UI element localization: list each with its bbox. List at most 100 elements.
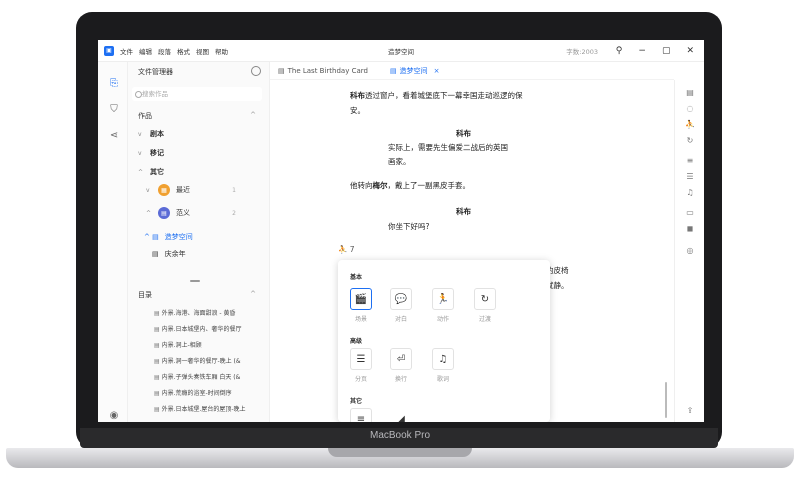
speech-bubble-icon[interactable]: ◌ xyxy=(685,104,695,114)
item-count: 1 xyxy=(232,186,236,194)
character-name: 科布 xyxy=(350,91,365,100)
tree-item-notes[interactable]: v 移记 xyxy=(138,148,164,158)
outline-item[interactable]: 内景.荒瘾的浴室-时间倒序 xyxy=(154,388,262,397)
music-note-icon[interactable]: ♫ xyxy=(685,188,695,198)
editor-scrollbar[interactable] xyxy=(665,382,667,418)
page-break-icon[interactable]: ≡ xyxy=(685,156,695,166)
outline-item[interactable]: 内景.子弹头奏铁车厢 白天 (& xyxy=(154,372,262,381)
insert-action-button[interactable]: 🏃 动作 xyxy=(432,288,454,323)
insert-dialogue-button[interactable]: 💬 对白 xyxy=(390,288,412,323)
insert-transition-button[interactable]: ↻ 过渡 xyxy=(474,288,496,323)
close-tab-icon[interactable]: × xyxy=(434,67,440,75)
insert-lyrics-button[interactable]: ♫ 歌词 xyxy=(432,348,454,383)
menu-help[interactable]: 帮助 xyxy=(215,46,228,56)
character-name: 梅尔 xyxy=(372,181,388,190)
shield-icon[interactable]: ⛉ xyxy=(108,104,120,116)
music-note-icon: ♫ xyxy=(432,348,454,370)
character-cue: 科布 xyxy=(456,207,471,216)
tree-item-recent[interactable]: v ▦ 最近 1 xyxy=(146,184,236,196)
tile-label: 换行 xyxy=(394,376,407,383)
menu-format[interactable]: 格式 xyxy=(177,46,190,56)
insert-other-button[interactable]: ≡ xyxy=(350,408,372,422)
outline-item[interactable]: 内景.洞一奢华的餐厅-晚上 (& xyxy=(154,356,262,365)
panel-splitter[interactable] xyxy=(190,280,200,282)
menu-file[interactable]: 文件 xyxy=(120,46,133,56)
note-icon[interactable]: ▭ xyxy=(685,208,695,218)
action-line: 安。 xyxy=(350,106,365,115)
files-icon[interactable]: ⎘ xyxy=(108,78,120,90)
insert-scene-button[interactable]: 🎬 场景 xyxy=(350,288,372,323)
document-icon: ▤ xyxy=(158,207,170,219)
clapper-icon: 🎬 xyxy=(350,288,372,310)
character-cue: 科布 xyxy=(456,129,471,138)
search-input[interactable]: 搜索作品 xyxy=(132,87,262,101)
tab-label: The Last Birthday Card xyxy=(287,66,368,75)
line-break-icon[interactable]: ☰ xyxy=(685,172,695,182)
menu-paragraph[interactable]: 段落 xyxy=(158,46,171,56)
tree-item-other[interactable]: ^ 其它 xyxy=(138,167,164,177)
shape-icon: ◢ xyxy=(390,408,412,422)
word-count: 字数:2003 xyxy=(566,47,598,56)
insert-element-popup: 基本 🎬 场景 💬 对白 🏃 动作 ↻ 过渡 高级 ☰ 分页 ⏎ 换行 ♫ 歌词… xyxy=(338,260,550,422)
tree-item-alt[interactable]: ^ ▤ 范义 2 xyxy=(146,207,236,219)
maximize-button[interactable]: ▢ xyxy=(662,46,671,56)
doc-link-label: 庆余年 xyxy=(164,250,186,258)
menu-view[interactable]: 视图 xyxy=(196,46,209,56)
tree-item-scripts[interactable]: v 剧本 xyxy=(138,129,164,139)
menu-bar: 文件 编辑 段落 格式 视图 帮助 xyxy=(120,46,228,56)
settings-icon[interactable]: ◎ xyxy=(685,246,695,256)
outline-item[interactable]: 内景.洞上-相顾 xyxy=(154,340,262,349)
works-header[interactable]: 作品 ^ xyxy=(138,111,256,121)
insert-other-button[interactable]: ◢ xyxy=(390,408,412,422)
doc-link-active[interactable]: ^ ▤ 造梦空间 xyxy=(144,232,193,242)
doc-link-label: 造梦空间 xyxy=(164,233,193,241)
tab-label: 造梦空间 xyxy=(399,66,428,75)
transition-icon[interactable]: ↻ xyxy=(685,136,695,146)
shape-icon[interactable]: ◼ xyxy=(685,224,695,234)
action-line: 他转向梅尔，戴上了一副黑皮手套。 xyxy=(350,180,470,191)
tab-last-birthday-card[interactable]: ▤ The Last Birthday Card xyxy=(278,67,368,75)
laptop-notch xyxy=(328,448,472,457)
tree-item-label: 最近 xyxy=(176,186,190,194)
insert-page-break-button[interactable]: ☰ 分页 xyxy=(350,348,372,383)
brand-label: MacBook Pro xyxy=(369,430,431,441)
tile-label: 动作 xyxy=(436,316,449,323)
app-window: ▣ 文件 编辑 段落 格式 视图 帮助 造梦空间 字数:2003 ⚲ − ▢ ✕… xyxy=(98,40,704,422)
dialogue-line: 实际上，需要先生偏爱二战后的英国 xyxy=(388,143,508,152)
share-icon[interactable]: ⋖ xyxy=(108,130,120,142)
outline-item[interactable]: 外景.海港、海面甜浪 - 黄昏 xyxy=(154,308,262,317)
tree-item-label: 剧本 xyxy=(150,130,164,138)
outline-item[interactable]: 外景.日本城堡.屋台的屋顶-晚上 xyxy=(154,404,262,413)
outline-item[interactable]: 内景.日本城堡内、奢华的餐厅 xyxy=(154,324,262,333)
tile-label: 歌词 xyxy=(436,376,449,383)
collapse-caret-icon[interactable]: ^ xyxy=(250,290,256,300)
running-person-icon[interactable]: ⛹ xyxy=(685,120,695,130)
dialogue-line: 画家。 xyxy=(388,157,411,166)
account-icon[interactable]: ◉ xyxy=(108,410,120,422)
export-icon[interactable]: ⇪ xyxy=(685,406,695,416)
insert-line-break-button[interactable]: ⏎ 换行 xyxy=(390,348,412,383)
history-icon[interactable] xyxy=(251,66,261,76)
tile-label: 分页 xyxy=(354,376,367,383)
section-other: 其它 xyxy=(350,398,363,405)
action-text: ，戴上了一副黑皮手套。 xyxy=(387,181,471,190)
app-logo-icon: ▣ xyxy=(104,45,114,56)
titlebar: ▣ 文件 编辑 段落 格式 视图 帮助 造梦空间 字数:2003 ⚲ − ▢ ✕ xyxy=(98,40,704,62)
activity-bar: ⎘ ⛉ ⋖ ◉ xyxy=(98,62,128,422)
outline-header[interactable]: 目录 ^ xyxy=(138,290,256,300)
collapse-caret-icon[interactable]: ^ xyxy=(250,111,256,121)
tile-label: 场景 xyxy=(354,316,367,323)
minimize-button[interactable]: − xyxy=(638,46,646,56)
outline-label: 目录 xyxy=(138,291,152,299)
close-button[interactable]: ✕ xyxy=(686,46,694,56)
tree-item-label: 范义 xyxy=(176,209,190,217)
action-text: 透过窗户，看着城堡底下一幕幸国走动巡逻的保 xyxy=(365,91,523,100)
doc-link[interactable]: ▤ 庆余年 xyxy=(152,249,186,259)
chevron-down-icon: v xyxy=(138,149,142,157)
pin-icon[interactable]: ⚲ xyxy=(616,46,623,56)
tile-label: 对白 xyxy=(394,316,407,323)
tab-active[interactable]: ▤ 造梦空间 × xyxy=(390,66,440,76)
menu-edit[interactable]: 编辑 xyxy=(139,46,152,56)
scene-icon[interactable]: ▤ xyxy=(685,88,695,98)
chevron-up-icon: ^ xyxy=(138,168,144,176)
